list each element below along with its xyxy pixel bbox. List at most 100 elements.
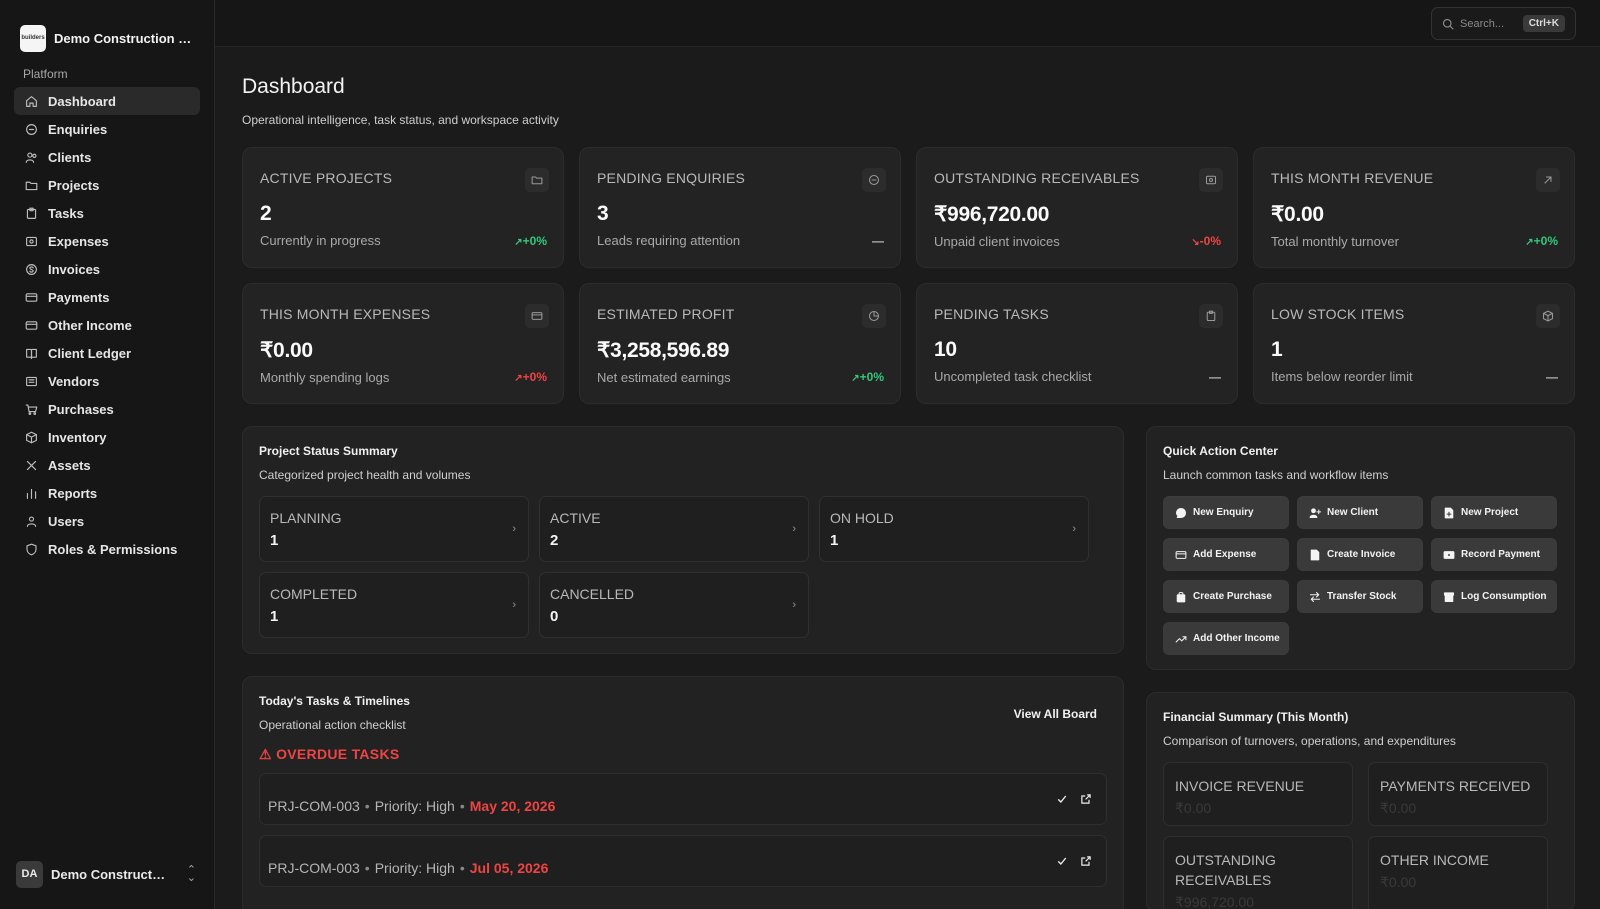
home-icon: [25, 95, 37, 107]
sidebar-item-purchases[interactable]: Purchases: [14, 395, 200, 423]
trend-arrow-icon: ↘: [1191, 237, 1200, 248]
new-enquiry-button[interactable]: New Enquiry: [1163, 496, 1289, 529]
cart-icon: [25, 403, 37, 415]
status-count: 1: [270, 608, 279, 625]
finance-card-payments-received: PAYMENTS RECEIVED ₹0.00: [1368, 762, 1548, 826]
add-expense-button[interactable]: Add Expense: [1163, 538, 1289, 571]
stat-value: 3: [597, 202, 609, 225]
sidebar-item-inventory[interactable]: Inventory: [14, 423, 200, 451]
task-actions: [1056, 854, 1092, 870]
create-purchase-button[interactable]: Create Purchase: [1163, 580, 1289, 613]
sidebar-item-expenses[interactable]: Expenses: [14, 227, 200, 255]
tools-icon: [24, 458, 38, 472]
sidebar-item-payments[interactable]: Payments: [14, 283, 200, 311]
button-label: New Client: [1327, 507, 1379, 518]
vendor-icon: [25, 376, 37, 386]
finance-label: INVOICE REVENUE: [1175, 778, 1305, 794]
vendor-icon: [24, 374, 38, 388]
page-subtitle: Operational intelligence, task status, a…: [242, 113, 559, 127]
panel-subtitle: Launch common tasks and workflow items: [1163, 468, 1389, 482]
stat-trend: —: [1546, 370, 1558, 384]
sidebar-item-vendors[interactable]: Vendors: [14, 367, 200, 395]
sidebar-item-other-income[interactable]: Other Income: [14, 311, 200, 339]
panel-subtitle: Categorized project health and volumes: [259, 468, 471, 482]
sidebar-item-users[interactable]: Users: [14, 507, 200, 535]
card-icon: [24, 318, 38, 332]
complete-task-button[interactable]: [1056, 792, 1068, 808]
transfer-stock-button[interactable]: Transfer Stock: [1297, 580, 1423, 613]
stat-description: Total monthly turnover: [1271, 234, 1399, 249]
stat-description: Net estimated earnings: [597, 370, 731, 385]
record-payment-button[interactable]: Record Payment: [1431, 538, 1557, 571]
status-card-on-hold[interactable]: ON HOLD 1 ›: [819, 496, 1089, 562]
new-project-button[interactable]: New Project: [1431, 496, 1557, 529]
tasks-panel: Today's Tasks & Timelines Operational ac…: [242, 676, 1124, 909]
add-other-income-button[interactable]: Add Other Income: [1163, 622, 1289, 655]
sidebar-item-projects[interactable]: Projects: [14, 171, 200, 199]
log-consumption-button[interactable]: Log Consumption: [1431, 580, 1557, 613]
chevron-right-icon: ›: [512, 599, 516, 611]
separator: •: [459, 798, 465, 814]
trend-arrow-icon: ↗: [514, 373, 523, 384]
stat-card: PENDING ENQUIRIES 3 Leads requiring attent…: [579, 147, 901, 268]
sidebar-item-assets[interactable]: Assets: [14, 451, 200, 479]
open-task-button[interactable]: [1080, 792, 1092, 808]
sidebar-item-enquiries[interactable]: Enquiries: [14, 115, 200, 143]
sidebar-item-tasks[interactable]: Tasks: [14, 199, 200, 227]
folder-icon: [525, 168, 549, 192]
button-label: Record Payment: [1461, 549, 1540, 560]
money-icon: [1443, 550, 1455, 559]
complete-task-button[interactable]: [1056, 854, 1068, 870]
sidebar-item-roles-permissions[interactable]: Roles & Permissions: [14, 535, 200, 563]
user-menu[interactable]: DA Demo Constructio... ⌃ ⌄: [16, 859, 196, 889]
box-icon: [24, 430, 38, 444]
finance-card-outstanding-receivables: OUTSTANDING RECEIVABLES ₹996,720.00: [1163, 836, 1353, 909]
external-link-icon: [1081, 794, 1091, 804]
sidebar-item-label: Enquiries: [48, 121, 108, 137]
chat-bubble-icon: [1175, 507, 1187, 518]
status-card-active[interactable]: ACTIVE 2 ›: [539, 496, 809, 562]
chart-icon: [24, 486, 38, 500]
stat-card: THIS MONTH REVENUE ₹0.00 Total monthly tur…: [1253, 147, 1575, 268]
button-label: Add Other Income: [1193, 633, 1280, 644]
users-icon: [24, 150, 38, 164]
open-task-button[interactable]: [1080, 854, 1092, 870]
stat-label: OUTSTANDING RECEIVABLES: [934, 170, 1140, 186]
panel-subtitle: Comparison of turnovers, operations, and…: [1163, 734, 1456, 748]
sidebar-item-invoices[interactable]: Invoices: [14, 255, 200, 283]
sidebar-nav: Dashboard Enquiries Clients Projects Tasks Ex…: [0, 87, 214, 563]
chat-icon: [25, 123, 37, 135]
stat-trend: —: [1209, 370, 1221, 384]
user-plus-icon: [1309, 507, 1321, 518]
clipboard-icon: [1199, 304, 1223, 328]
box-icon: [25, 431, 37, 443]
sidebar-item-label: Users: [48, 513, 85, 529]
brand[interactable]: builders Demo Construction Co...: [0, 0, 214, 60]
view-all-board-link[interactable]: View All Board: [1014, 707, 1097, 721]
sidebar-item-reports[interactable]: Reports: [14, 479, 200, 507]
new-client-button[interactable]: New Client: [1297, 496, 1423, 529]
create-invoice-button[interactable]: Create Invoice: [1297, 538, 1423, 571]
status-card-cancelled[interactable]: CANCELLED 0 ›: [539, 572, 809, 638]
sidebar-item-client-ledger[interactable]: Client Ledger: [14, 339, 200, 367]
arrow-up-right-icon: [1544, 176, 1552, 184]
card-icon: [24, 290, 38, 304]
chat-icon: [868, 174, 880, 186]
file-plus-icon: [1444, 507, 1454, 518]
task-row[interactable]: PRJ-COM-003 • Priority: High • Jul 05, 2026: [259, 835, 1107, 887]
receipt-icon: [25, 236, 37, 246]
stat-trend: —: [872, 234, 884, 248]
finance-card-invoice-revenue: INVOICE REVENUE ₹0.00: [1163, 762, 1353, 826]
sidebar-item-clients[interactable]: Clients: [14, 143, 200, 171]
task-row[interactable]: PRJ-COM-003 • Priority: High • May 20, 2026: [259, 773, 1107, 825]
search-input[interactable]: Search... Ctrl+K: [1431, 7, 1576, 40]
sidebar-item-dashboard[interactable]: Dashboard: [14, 87, 200, 115]
cart-icon: [24, 402, 38, 416]
chat-icon: [24, 122, 38, 136]
card-icon: [531, 312, 543, 320]
brand-logo: builders: [20, 24, 46, 52]
status-card-completed[interactable]: COMPLETED 1 ›: [259, 572, 529, 638]
dollar-icon: [25, 263, 37, 275]
status-card-planning[interactable]: PLANNING 1 ›: [259, 496, 529, 562]
status-label: COMPLETED: [270, 586, 358, 602]
